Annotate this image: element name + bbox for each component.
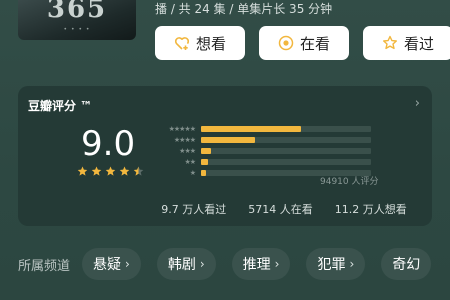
- distribution-row: ★★★: [151, 146, 391, 156]
- watched-count[interactable]: 9.7 万人看过: [161, 201, 226, 217]
- star-full-icon: [77, 166, 88, 176]
- channel-chip[interactable]: 推理 ›: [231, 248, 291, 280]
- target-circle-icon: [278, 35, 294, 51]
- watch-stats: 9.7 万人看过 5714 人在看 11.2 万人想看: [18, 201, 432, 217]
- distribution-stars-label: ★★★★★: [168, 125, 196, 133]
- watching-label: 在看: [299, 34, 330, 53]
- star-half-icon: [133, 166, 144, 176]
- distribution-bar: [201, 159, 208, 165]
- channel-chip-label: 奇幻: [392, 257, 421, 273]
- want-to-watch-label: 想看: [195, 34, 226, 53]
- distribution-row: ★★★★: [151, 135, 391, 145]
- distribution-bar: [201, 148, 212, 154]
- star-full-icon: [91, 166, 102, 176]
- watched-label: 看过: [403, 34, 434, 53]
- channels-label: 所属频道: [18, 258, 71, 274]
- rating-count: 94910 人评分: [320, 177, 379, 187]
- chevron-right-icon: ›: [125, 257, 130, 271]
- distribution-bar: [201, 170, 207, 176]
- star-outline-icon: [382, 35, 397, 50]
- rating-distribution: ★★★★★ ★★★★ ★★★ ★★ ★: [151, 124, 391, 179]
- poster-image[interactable]: 365 • • • •: [18, 0, 136, 40]
- distribution-track: [201, 159, 371, 165]
- channel-chip-label: 推理: [242, 257, 271, 273]
- watching-button[interactable]: 在看: [259, 26, 349, 60]
- distribution-row: ★★★★★: [151, 124, 391, 134]
- chevron-right-icon[interactable]: ›: [415, 96, 420, 111]
- distribution-bar: [201, 126, 302, 132]
- distribution-track: [201, 126, 371, 132]
- chevron-right-icon: ›: [349, 257, 355, 271]
- distribution-track: [201, 137, 371, 143]
- want-to-watch-button[interactable]: 想看: [155, 26, 245, 60]
- episode-meta: 播 / 共 24 集 / 单集片长 35 分钟: [155, 2, 333, 16]
- want-count[interactable]: 11.2 万人想看: [335, 201, 407, 217]
- watched-button[interactable]: 看过: [363, 26, 450, 60]
- channel-row: 所属频道 悬疑 › 韩剧 › 推理 › 犯罪 › 奇幻: [18, 248, 447, 280]
- distribution-stars-label: ★★★★: [173, 136, 196, 144]
- channel-chip-label: 韩剧: [167, 257, 196, 273]
- chevron-right-icon: ›: [274, 257, 280, 271]
- distribution-stars-label: ★★★: [179, 147, 196, 155]
- distribution-bar: [201, 137, 256, 143]
- chevron-right-icon: ›: [199, 257, 205, 271]
- watching-count[interactable]: 5714 人在看: [248, 201, 313, 217]
- poster-subtitle: • • • •: [63, 26, 91, 33]
- channel-chip[interactable]: 悬疑 ›: [82, 248, 141, 280]
- channel-chip-label: 犯罪: [317, 257, 346, 273]
- distribution-stars-label: ★: [189, 169, 196, 177]
- channel-chip[interactable]: 犯罪 ›: [306, 248, 366, 280]
- channel-chip[interactable]: 韩剧 ›: [156, 248, 216, 280]
- star-full-icon: [105, 166, 116, 176]
- action-buttons: 想看 在看 看过: [155, 26, 450, 60]
- distribution-track: [201, 148, 371, 154]
- movie-detail-page: 365 • • • • 播 / 共 24 集 / 单集片长 35 分钟 想看 在…: [0, 0, 450, 300]
- star-full-icon: [119, 166, 130, 176]
- heart-plus-icon: [174, 37, 190, 50]
- distribution-row: ★★: [151, 157, 391, 167]
- channel-chip-label: 悬疑: [93, 257, 122, 273]
- rating-stars: [77, 166, 144, 177]
- distribution-stars-label: ★★: [184, 158, 196, 166]
- channel-chip[interactable]: 奇幻: [381, 248, 432, 280]
- poster-title: 365: [46, 0, 108, 24]
- rating-card-title: 豆瓣评分 ™: [28, 99, 93, 113]
- rating-score: 9.0: [81, 124, 136, 164]
- douban-rating-card[interactable]: 豆瓣评分 ™ › 9.0 ★★★★★ ★★★★ ★★★ ★★ ★ 94910 人评分 9…: [18, 86, 432, 226]
